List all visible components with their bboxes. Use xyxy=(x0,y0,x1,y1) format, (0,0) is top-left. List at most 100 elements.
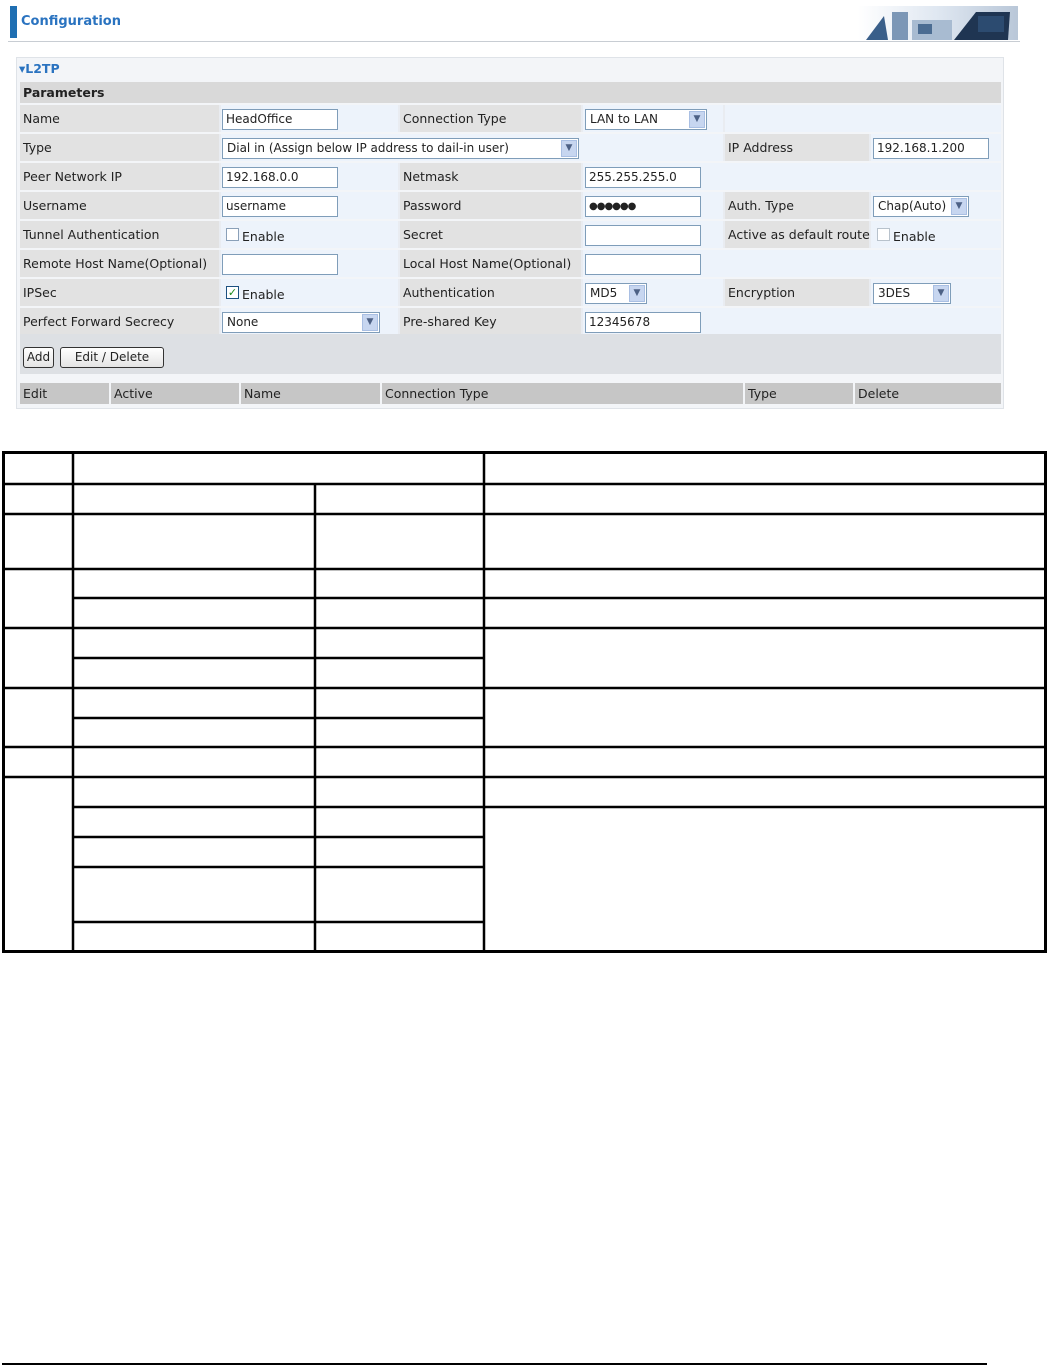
name-input[interactable]: HeadOffice xyxy=(222,109,338,130)
remote-host-name-label: Remote Host Name(Optional) xyxy=(20,250,219,277)
row-host-names: Remote Host Name(Optional) Local Host Na… xyxy=(20,250,1001,277)
header-accent-bar xyxy=(10,6,17,38)
page-header: Configuration xyxy=(8,6,1020,42)
pre-shared-key-input[interactable]: 12345678 xyxy=(585,312,701,333)
chevron-down-icon: ▼ xyxy=(629,285,645,302)
column-active: Active xyxy=(114,386,153,401)
authentication-select[interactable]: MD5 ▼ xyxy=(585,283,647,304)
column-type: Type xyxy=(748,386,777,401)
page-title: Configuration xyxy=(21,14,121,29)
ipsec-checkbox[interactable]: ✓ xyxy=(226,286,239,299)
pfs-cell: None ▼ xyxy=(221,308,398,335)
pfs-value: None xyxy=(227,315,259,329)
auth-type-cell: Chap(Auto) ▼ xyxy=(871,192,1001,219)
peer-network-ip-cell: 192.168.0.0 xyxy=(221,163,398,190)
active-default-route-cell: Enable xyxy=(871,221,1001,248)
remote-host-name-input[interactable] xyxy=(222,254,338,275)
row-type: Type Dial in (Assign below IP address to… xyxy=(20,134,1001,161)
active-default-route-label: Active as default route xyxy=(725,221,870,248)
header-divider xyxy=(8,41,1020,42)
chevron-down-icon: ▼ xyxy=(561,140,577,157)
header-office-graphic xyxy=(858,6,1018,40)
local-host-name-label: Local Host Name(Optional) xyxy=(400,250,581,277)
auth-type-label: Auth. Type xyxy=(725,192,869,219)
column-connection-type: Connection Type xyxy=(385,386,489,401)
tunnel-authentication-checkbox[interactable] xyxy=(226,228,239,241)
secret-input[interactable] xyxy=(585,225,701,246)
column-divider xyxy=(239,383,241,404)
authentication-value: MD5 xyxy=(590,286,618,300)
description-table-grid xyxy=(2,451,1047,953)
column-edit: Edit xyxy=(23,386,48,401)
column-divider xyxy=(380,383,382,404)
tunnel-authentication-enable-label: Enable xyxy=(242,229,285,244)
row-peer-network: Peer Network IP 192.168.0.0 Netmask 255.… xyxy=(20,163,1001,190)
add-button[interactable]: Add xyxy=(23,347,54,368)
type-select[interactable]: Dial in (Assign below IP address to dail… xyxy=(222,138,579,159)
footer-divider xyxy=(2,1363,987,1365)
name-cell: HeadOffice xyxy=(221,105,398,132)
secret-label: Secret xyxy=(400,221,581,248)
pre-shared-key-cell: 12345678 xyxy=(583,308,1001,335)
parameters-heading: Parameters xyxy=(20,82,1001,103)
row-tunnel-auth: Tunnel Authentication Enable Secret Acti… xyxy=(20,221,1001,248)
column-divider xyxy=(743,383,745,404)
auth-type-select[interactable]: Chap(Auto) ▼ xyxy=(873,196,969,217)
ipsec-cell: ✓ Enable xyxy=(221,279,398,306)
row-pfs: Perfect Forward Secrecy None ▼ Pre-share… xyxy=(20,308,1001,335)
pre-shared-key-label: Pre-shared Key xyxy=(400,308,581,335)
ip-address-input[interactable]: 192.168.1.200 xyxy=(873,138,989,159)
secret-cell xyxy=(583,221,723,248)
connection-type-cell: LAN to LAN ▼ xyxy=(583,105,723,132)
active-default-route-enable-label: Enable xyxy=(893,229,936,244)
pfs-select[interactable]: None ▼ xyxy=(222,312,380,333)
username-label: Username xyxy=(20,192,219,219)
local-host-name-input[interactable] xyxy=(585,254,701,275)
password-input[interactable]: ●●●●●● xyxy=(585,196,701,217)
encryption-value: 3DES xyxy=(878,286,911,300)
column-divider xyxy=(853,383,855,404)
button-bar: Add Edit / Delete xyxy=(20,334,1001,374)
auth-type-value: Chap(Auto) xyxy=(878,199,947,213)
chevron-down-icon: ▼ xyxy=(933,285,949,302)
password-label: Password xyxy=(400,192,581,219)
encryption-select[interactable]: 3DES ▼ xyxy=(873,283,951,304)
connection-type-label: Connection Type xyxy=(400,105,581,132)
edit-delete-button[interactable]: Edit / Delete xyxy=(60,347,164,368)
type-value: Dial in (Assign below IP address to dail… xyxy=(227,141,509,155)
type-label: Type xyxy=(20,134,219,161)
netmask-cell: 255.255.255.0 xyxy=(583,163,1001,190)
row-username: Username username Password ●●●●●● Auth. … xyxy=(20,192,1001,219)
encryption-cell: 3DES ▼ xyxy=(871,279,1001,306)
peer-network-ip-input[interactable]: 192.168.0.0 xyxy=(222,167,338,188)
row-ipsec: IPSec ✓ Enable Authentication MD5 ▼ Encr… xyxy=(20,279,1001,306)
netmask-input[interactable]: 255.255.255.0 xyxy=(585,167,701,188)
local-host-name-cell xyxy=(583,250,1001,277)
row-name-empty xyxy=(725,105,1001,132)
ipsec-enable-label: Enable xyxy=(242,287,285,302)
chevron-down-icon: ▼ xyxy=(362,314,378,331)
ip-address-cell: 192.168.1.200 xyxy=(871,134,1001,161)
connection-type-value: LAN to LAN xyxy=(590,112,658,126)
password-cell: ●●●●●● xyxy=(583,192,723,219)
tunnel-authentication-label: Tunnel Authentication xyxy=(20,221,219,248)
type-cell: Dial in (Assign below IP address to dail… xyxy=(221,134,723,161)
l2tp-section-toggle[interactable]: ▾L2TP xyxy=(19,61,60,76)
encryption-label: Encryption xyxy=(725,279,869,306)
column-divider xyxy=(109,383,111,404)
chevron-down-icon: ▼ xyxy=(951,198,967,215)
column-delete: Delete xyxy=(858,386,900,401)
name-label: Name xyxy=(20,105,219,132)
tunnel-authentication-cell: Enable xyxy=(221,221,398,248)
authentication-label: Authentication xyxy=(400,279,581,306)
active-default-route-checkbox[interactable] xyxy=(877,228,890,241)
username-input[interactable]: username xyxy=(222,196,338,217)
row-name: Name HeadOffice Connection Type LAN to L… xyxy=(20,105,1001,132)
username-cell: username xyxy=(221,192,398,219)
netmask-label: Netmask xyxy=(400,163,581,190)
column-name: Name xyxy=(244,386,281,401)
connection-list-header: Edit Active Name Connection Type Type De… xyxy=(20,383,1001,404)
chevron-down-icon: ▼ xyxy=(689,111,705,128)
ipsec-label: IPSec xyxy=(20,279,219,306)
connection-type-select[interactable]: LAN to LAN ▼ xyxy=(585,109,707,130)
